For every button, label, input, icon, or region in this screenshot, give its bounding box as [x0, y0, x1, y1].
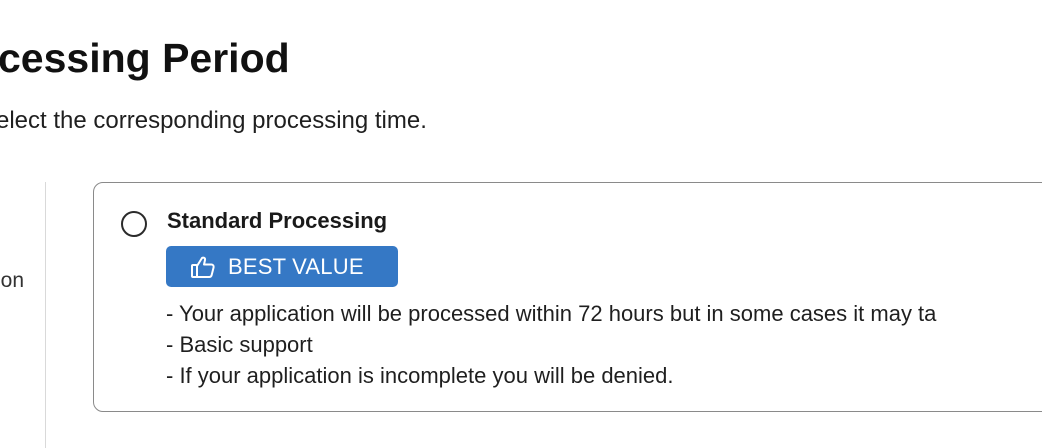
section-divider: [45, 182, 46, 448]
section-title: cessing Period: [0, 35, 290, 81]
feature-item: - Basic support: [166, 332, 313, 357]
feature-item: - If your application is incomplete you …: [166, 363, 674, 388]
standard-processing-radio[interactable]: [121, 211, 147, 237]
badge-label: BEST VALUE: [228, 253, 364, 279]
field-label: ion: [0, 269, 25, 292]
feature-item: - Your application will be processed wit…: [166, 301, 937, 326]
thumbs-up-icon: [191, 256, 215, 278]
section-subtitle: elect the corresponding processing time.: [0, 107, 427, 134]
feature-list: - Your application will be processed wit…: [166, 298, 936, 391]
best-value-badge: BEST VALUE: [166, 246, 398, 287]
processing-period-page: cessing Period elect the corresponding p…: [0, 0, 1042, 448]
option-title: Standard Processing: [167, 208, 388, 233]
standard-processing-option[interactable]: Standard Processing BEST VALUE - Your ap…: [93, 182, 1042, 412]
